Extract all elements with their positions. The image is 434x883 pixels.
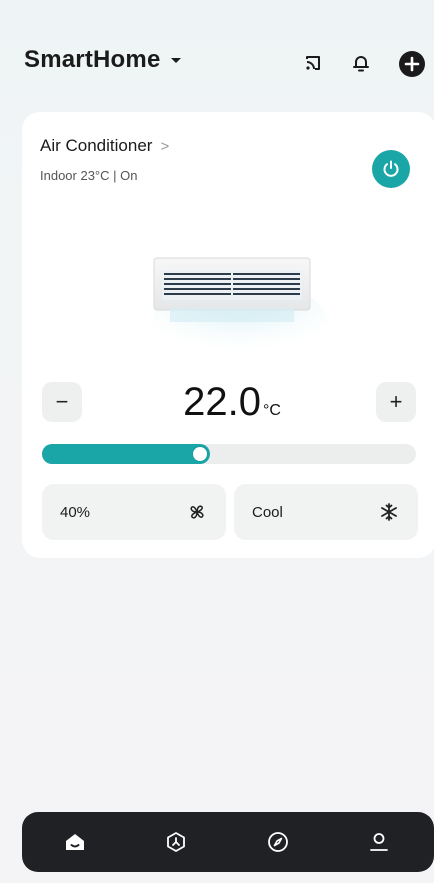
nav-automation[interactable] xyxy=(161,827,191,857)
bell-icon[interactable] xyxy=(348,50,374,76)
caret-down-icon xyxy=(170,58,181,63)
fan-icon xyxy=(190,505,204,519)
automation-icon xyxy=(167,832,185,852)
compass-icon xyxy=(268,832,288,852)
app-title: SmartHome xyxy=(24,46,161,73)
device-name: Air Conditioner xyxy=(40,136,153,155)
fan-speed-tile[interactable]: 40% xyxy=(42,484,226,540)
temperature-slider[interactable] xyxy=(42,444,416,464)
user-icon xyxy=(370,833,388,851)
temperature-unit: °C xyxy=(262,402,281,419)
home-selector[interactable]: SmartHome xyxy=(24,46,183,74)
air-conditioner-illustration xyxy=(152,257,328,364)
cast-icon[interactable] xyxy=(300,50,326,76)
mode-label: Cool xyxy=(252,503,283,521)
top-bar: SmartHome xyxy=(0,38,434,84)
mode-tile[interactable]: Cool xyxy=(234,484,418,540)
device-title[interactable]: Air Conditioner > xyxy=(40,136,169,156)
device-status: Indoor 23°C | On xyxy=(40,168,138,183)
decrease-temp-button[interactable]: − xyxy=(42,382,82,422)
fan-speed-label: 40% xyxy=(60,503,91,521)
power-icon xyxy=(383,160,399,177)
snowflake-icon xyxy=(381,503,397,521)
bottom-navigation xyxy=(22,812,434,872)
temperature-display: 22.0 °C xyxy=(162,380,302,433)
nav-discover[interactable] xyxy=(263,827,293,857)
temperature-value: 22.0 xyxy=(183,380,261,424)
slider-handle[interactable] xyxy=(193,447,207,461)
power-button[interactable] xyxy=(372,150,410,188)
chevron-right-icon: > xyxy=(160,137,170,155)
device-card: Air Conditioner > Indoor 23°C | On − 22.… xyxy=(22,112,434,558)
add-icon[interactable] xyxy=(398,50,426,78)
nav-home[interactable] xyxy=(60,827,90,857)
increase-temp-button[interactable]: + xyxy=(376,382,416,422)
home-icon xyxy=(66,834,84,850)
slider-fill xyxy=(42,444,210,464)
nav-profile[interactable] xyxy=(364,827,394,857)
